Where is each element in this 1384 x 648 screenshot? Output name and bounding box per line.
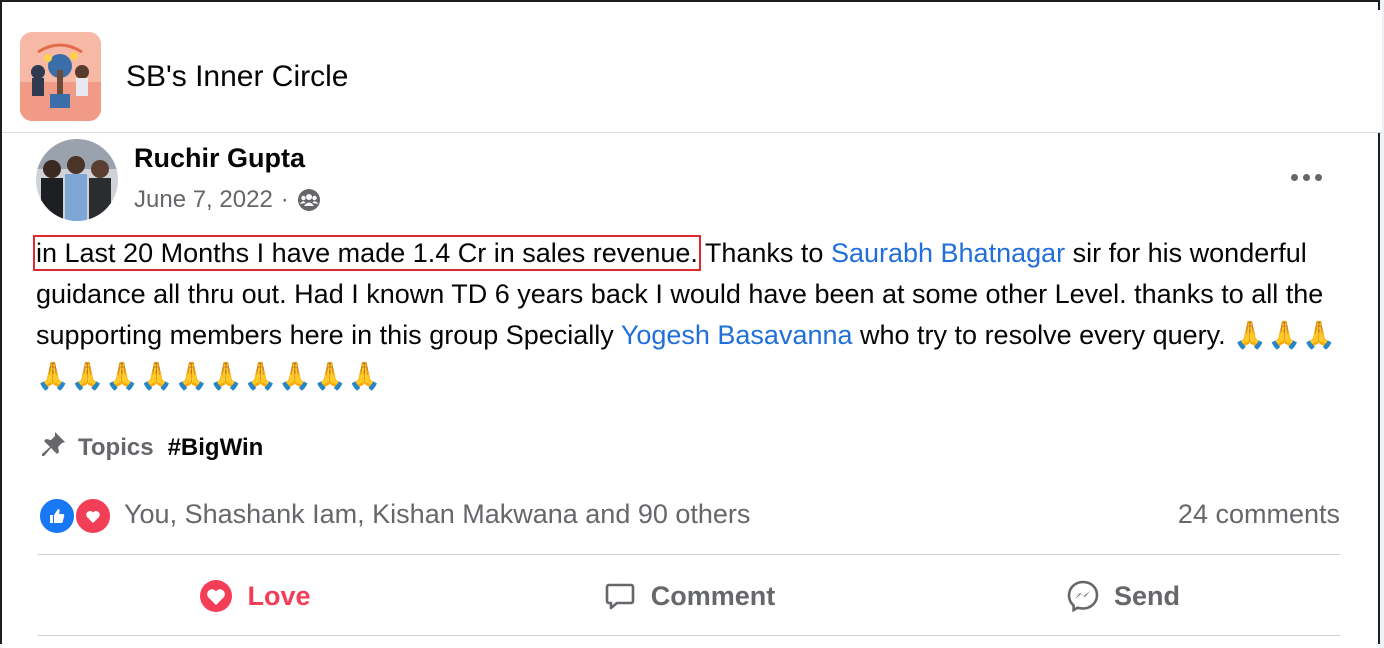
body-text: who try to resolve every query. <box>852 320 1234 350</box>
comment-button[interactable]: Comment <box>472 579 906 613</box>
post-card: Ruchir Gupta June 7, 2022 · in Last 20 M… <box>2 133 1378 648</box>
date-separator: · <box>280 186 289 213</box>
like-reaction-icon <box>38 497 76 535</box>
action-bar: Love Comment Send <box>38 557 1340 635</box>
comment-label: Comment <box>650 580 776 611</box>
mention-link[interactable]: Saurabh Bhatnagar <box>831 238 1065 268</box>
highlighted-text: in Last 20 Months I have made 1.4 Cr in … <box>33 235 701 271</box>
love-button[interactable]: Love <box>38 579 472 613</box>
comments-count[interactable]: 24 comments <box>1178 499 1340 530</box>
reactions-left[interactable]: You, Shashank Iam, Kishan Makwana and 90… <box>38 495 751 535</box>
reaction-icons <box>38 495 114 535</box>
topics-row: Topics #BigWin <box>38 429 263 466</box>
author-avatar[interactable] <box>36 139 118 221</box>
divider <box>38 635 1340 636</box>
screenshot-frame: SB's Inner Circle Ruchir Gupta June 7, 2… <box>0 0 1382 648</box>
group-header: SB's Inner Circle <box>2 10 1382 133</box>
group-audience-icon <box>297 188 321 212</box>
love-icon <box>199 579 233 613</box>
send-button[interactable]: Send <box>906 579 1340 613</box>
more-options-button[interactable] <box>1282 161 1330 193</box>
comment-icon <box>603 579 637 613</box>
reactions-text: You, Shashank Iam, Kishan Makwana and 90… <box>124 498 751 529</box>
post-body: in Last 20 Months I have made 1.4 Cr in … <box>33 233 1346 397</box>
send-label: Send <box>1113 580 1180 611</box>
group-title[interactable]: SB's Inner Circle <box>126 60 348 94</box>
messenger-icon <box>1066 579 1100 613</box>
post-meta: June 7, 2022 · <box>134 186 321 214</box>
love-label: Love <box>247 580 311 611</box>
pin-icon <box>38 429 68 466</box>
body-text: Thanks to <box>697 238 831 268</box>
more-dot-icon <box>1290 173 1298 181</box>
more-dot-icon <box>1314 173 1322 181</box>
reactions-summary: You, Shashank Iam, Kishan Makwana and 90… <box>38 495 1340 535</box>
love-reaction-icon <box>74 497 112 535</box>
more-dot-icon <box>1302 173 1310 181</box>
topics-label: Topics <box>78 433 154 461</box>
topic-tag[interactable]: #BigWin <box>168 434 264 462</box>
post-date[interactable]: June 7, 2022 <box>134 186 273 214</box>
divider <box>38 554 1340 555</box>
mention-link[interactable]: Yogesh Basavanna <box>621 320 853 350</box>
author-name[interactable]: Ruchir Gupta <box>134 143 305 174</box>
group-avatar[interactable] <box>20 32 101 121</box>
